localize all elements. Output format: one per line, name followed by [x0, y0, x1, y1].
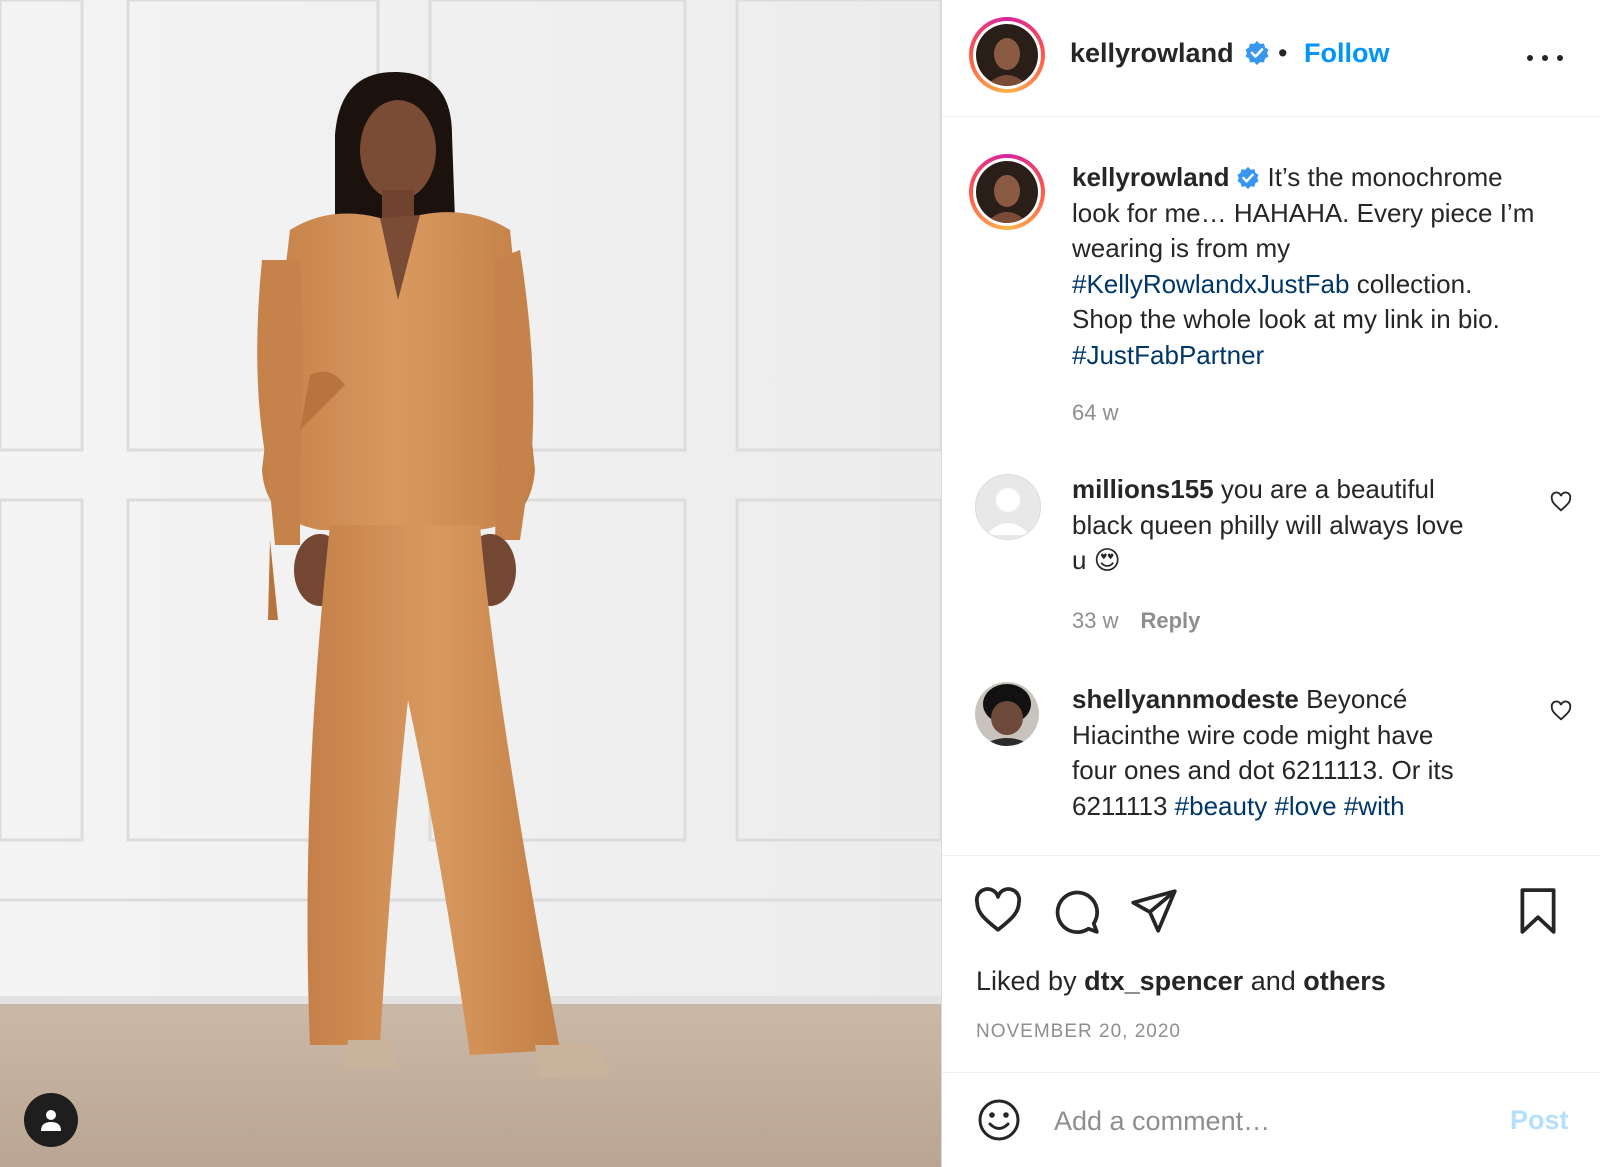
- comment-username[interactable]: millions155: [1072, 474, 1214, 504]
- emoji-icon[interactable]: [977, 1098, 1021, 1142]
- caption-avatar-image: [976, 161, 1038, 223]
- bookmark-icon[interactable]: [1513, 886, 1563, 936]
- comment-text-line: 6211113: [1072, 790, 1168, 821]
- likes-prefix: Liked by: [976, 966, 1077, 996]
- caption-author-avatar[interactable]: [969, 154, 1045, 230]
- caption-line-4: collection.: [1349, 268, 1473, 299]
- caption-line-1: It’s the monochrome: [1267, 162, 1503, 192]
- user-tag-icon: [41, 1110, 61, 1131]
- likes-summary: Liked by dtx_spencer and others: [976, 966, 1386, 997]
- add-comment-bar: Post: [942, 1072, 1600, 1167]
- author-avatar-image: [976, 24, 1038, 86]
- post-date[interactable]: NOVEMBER 20, 2020: [976, 1021, 1181, 1043]
- post-actions: Liked by dtx_spencer and others NOVEMBER…: [942, 855, 1600, 1072]
- hashtag-link[interactable]: #JustFabPartner: [1072, 340, 1264, 370]
- comment-text-line: u 😍: [1072, 545, 1121, 575]
- comment: millions155 you are a beautiful black qu…: [1072, 472, 1562, 579]
- share-icon[interactable]: [1129, 886, 1179, 936]
- comment-text-line: you are a beautiful: [1220, 474, 1435, 504]
- default-avatar-icon: [986, 488, 1030, 535]
- commenter-avatar[interactable]: [975, 682, 1039, 746]
- post-comment-button[interactable]: Post: [1510, 1105, 1569, 1136]
- comment-text-line: four ones and dot 6211113. Or its: [1072, 755, 1454, 785]
- comment-meta: 33 w Reply: [1072, 608, 1200, 634]
- commenter-avatar[interactable]: [975, 474, 1041, 540]
- author-username[interactable]: kellyrowland: [1070, 38, 1234, 68]
- comment-age: 33 w: [1072, 608, 1119, 633]
- likes-middle: and: [1250, 966, 1296, 996]
- author-avatar[interactable]: [969, 17, 1045, 93]
- like-comment-heart-icon[interactable]: [1550, 700, 1572, 722]
- comment-text-line: Hiacinthe wire code might have: [1072, 719, 1434, 750]
- hashtag-link[interactable]: #beauty: [1175, 791, 1268, 821]
- separator-dot: •: [1278, 38, 1288, 68]
- post-side-panel: kellyrowland • Follow kellyrowland It’s …: [941, 0, 1600, 1167]
- post-photo-illustration: [0, 0, 941, 1167]
- caption-age: 64 w: [1072, 400, 1119, 425]
- hashtag-link[interactable]: #KellyRowlandxJustFab: [1072, 269, 1349, 299]
- hashtag-link[interactable]: #love: [1274, 791, 1336, 821]
- post-header: kellyrowland • Follow: [942, 0, 1600, 117]
- caption-line-3: wearing is from my: [1072, 233, 1291, 263]
- liker-username[interactable]: dtx_spencer: [1084, 966, 1243, 996]
- tagged-user-button[interactable]: [24, 1093, 78, 1147]
- caption-line-5: Shop the whole look at my link in bio.: [1072, 304, 1500, 334]
- commenter-avatar-image: [975, 682, 1039, 746]
- like-comment-heart-icon[interactable]: [1550, 491, 1572, 513]
- caption-line-2: look for me… HAHAHA. Every piece I’m: [1072, 197, 1535, 228]
- comment: shellyannmodeste Beyoncé Hiacinthe wire …: [1072, 682, 1562, 824]
- post-photo[interactable]: [0, 0, 941, 1167]
- hashtag-link[interactable]: #with: [1344, 791, 1405, 821]
- comments-list[interactable]: kellyrowland It’s the monochrome look fo…: [942, 117, 1600, 855]
- comment-text-line: black queen philly will always love: [1072, 509, 1464, 540]
- likes-others-link[interactable]: others: [1303, 966, 1386, 996]
- comment-icon[interactable]: [1051, 886, 1101, 936]
- verified-badge-icon: [1236, 166, 1259, 190]
- caption-username[interactable]: kellyrowland: [1072, 162, 1230, 192]
- verified-badge-icon: [1245, 41, 1269, 65]
- heart-icon[interactable]: [973, 886, 1023, 936]
- follow-button[interactable]: Follow: [1304, 38, 1389, 69]
- reply-button[interactable]: Reply: [1140, 608, 1200, 633]
- comment-input[interactable]: [1052, 1097, 1476, 1145]
- more-options-icon[interactable]: [1527, 40, 1563, 76]
- comment-username[interactable]: shellyannmodeste: [1072, 684, 1299, 714]
- comment-text-line: Beyoncé: [1306, 684, 1408, 714]
- caption: kellyrowland It’s the monochrome look fo…: [1072, 160, 1592, 373]
